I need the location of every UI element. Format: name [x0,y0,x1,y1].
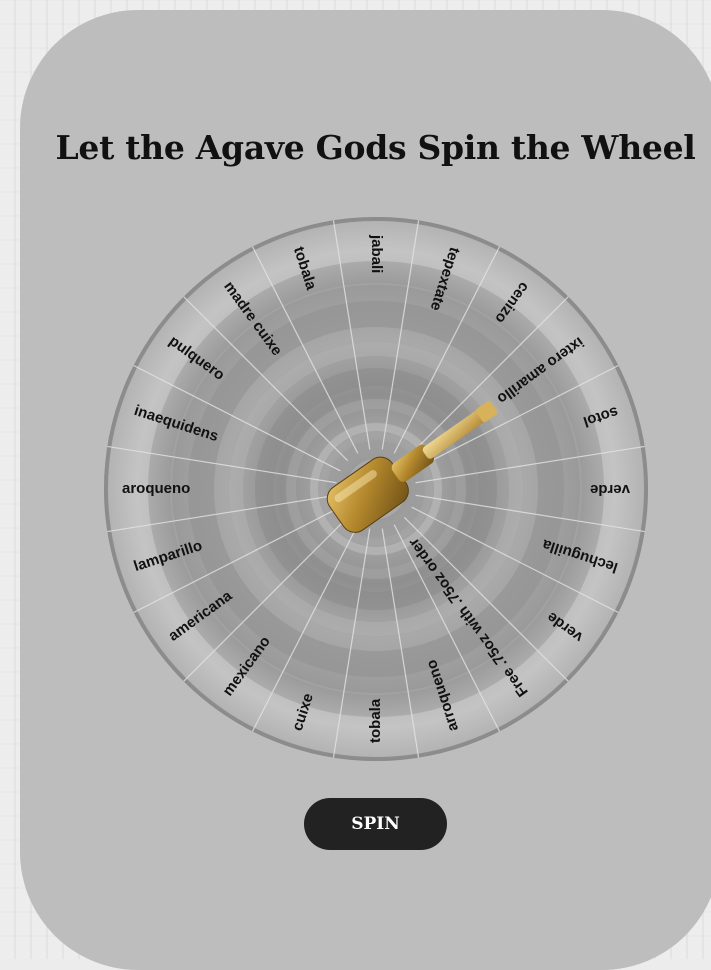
wheel-segment-label: aroqueno [122,480,190,497]
prize-wheel[interactable]: jabali tepextate cenizo ixtero amarillo soto… [103,216,649,762]
spin-button[interactable]: SPIN [304,798,447,850]
wheel-segment-label: verde [590,481,630,498]
page-title: Let the Agave Gods Spin the Wheel [55,128,696,167]
wheel-segment-label: jabali [368,234,385,273]
prize-wheel-graphic[interactable]: jabali tepextate cenizoixtero amarillosoto… [103,216,649,762]
wheel-segment-label: tobala [367,698,384,743]
